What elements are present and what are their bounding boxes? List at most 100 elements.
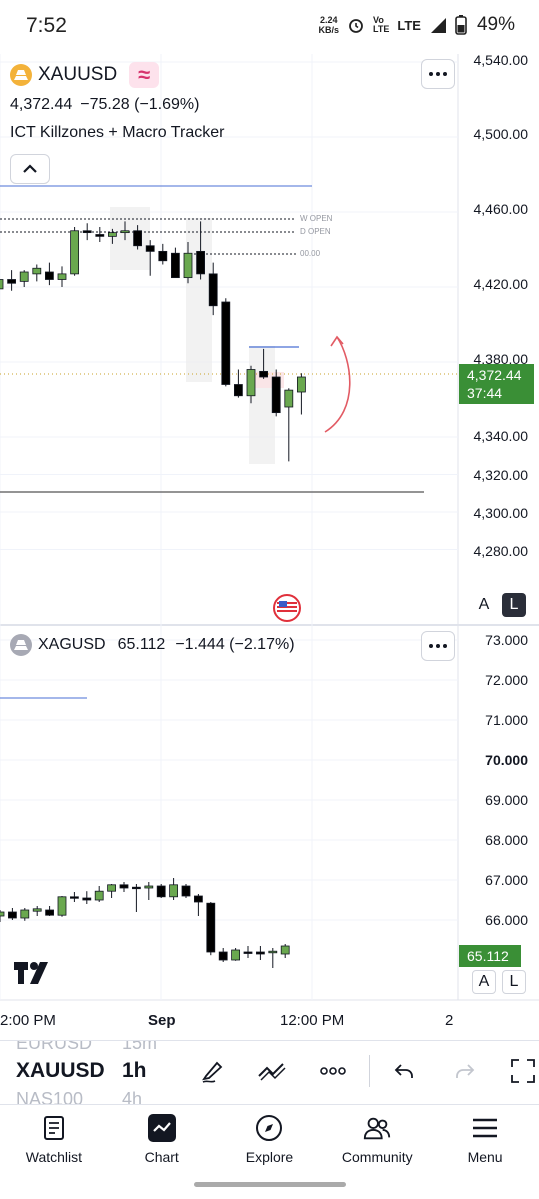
price-axis-label: 4,340.00 — [473, 428, 529, 444]
indicator-name[interactable]: ICT Killzones + Macro Tracker — [10, 124, 224, 141]
price-axis-label: 69.000 — [485, 792, 528, 808]
price-axis-label: 73.000 — [485, 632, 528, 648]
home-indicator[interactable] — [194, 1182, 346, 1187]
candle-body — [208, 273, 218, 307]
nav-menu[interactable]: Menu — [431, 1105, 539, 1184]
more-dots-icon — [429, 644, 447, 648]
candle-body — [82, 230, 92, 234]
price-axis-label: 68.000 — [485, 832, 528, 848]
chart-canvas[interactable] — [0, 0, 539, 1040]
chart-toolbar: EURUSD 15m XAUUSD 1h NAS100 4h — [0, 1040, 539, 1105]
xagusd-header: XAGUSD 65.112 −1.444 (−2.17%) — [10, 634, 295, 656]
candle-body — [145, 245, 155, 252]
candle-body — [243, 951, 253, 954]
candle-body — [95, 234, 105, 237]
more-tools-button[interactable] — [315, 1055, 351, 1087]
gold-bars-icon — [10, 64, 32, 86]
tradingview-logo-icon — [14, 960, 54, 991]
trendline-button[interactable] — [254, 1055, 290, 1087]
price-axis-label: 70.000 — [485, 752, 528, 768]
killzone-box — [110, 207, 150, 270]
xauusd-header: XAUUSD ≈ 4,372.44 −75.28 (−1.69%) ICT Ki… — [10, 62, 224, 142]
symbol-name[interactable]: XAGUSD — [38, 636, 106, 654]
current-symbol[interactable]: XAUUSD — [16, 1059, 105, 1083]
auto-scale-button[interactable]: A — [472, 970, 496, 994]
last-price: 65.112 — [117, 636, 166, 653]
candle-body — [296, 376, 306, 393]
trendline-icon — [258, 1063, 286, 1081]
nav-explore[interactable]: Explore — [216, 1105, 324, 1184]
candle-body — [0, 279, 4, 290]
chevron-up-icon — [23, 164, 37, 173]
xagusd-more-button[interactable] — [421, 631, 455, 661]
bar-countdown: 37:44 — [467, 385, 503, 401]
candle-body — [221, 301, 231, 385]
candle-body — [169, 884, 179, 898]
collapse-indicators-button[interactable] — [10, 154, 50, 184]
midnight-open-label: 00.00 — [300, 249, 321, 258]
nav-chart[interactable]: Chart — [108, 1105, 216, 1184]
us-flag-icon[interactable] — [273, 594, 301, 622]
candle-body — [57, 273, 67, 280]
killzone-box — [186, 218, 212, 382]
bottom-navigation: Watchlist Chart Explore Community Menu — [0, 1104, 539, 1184]
more-dots-icon — [320, 1067, 346, 1075]
candle-body — [108, 232, 117, 237]
candle-body — [156, 885, 166, 898]
silver-bars-icon — [10, 634, 32, 656]
w-open-label: W OPEN — [300, 214, 333, 223]
price-change: −75.28 (−1.69%) — [80, 96, 200, 113]
picker-option-symbol[interactable]: NAS100 — [16, 1089, 83, 1105]
candle-body — [268, 950, 278, 954]
price-change: −1.444 (−2.17%) — [175, 636, 295, 653]
draw-button[interactable] — [195, 1055, 231, 1087]
candle-body — [120, 230, 130, 234]
more-dots-icon — [429, 72, 447, 76]
community-icon — [362, 1113, 392, 1143]
price-axis-label: 4,300.00 — [473, 505, 529, 521]
nav-label: Community — [341, 1149, 413, 1165]
candle-body — [206, 902, 216, 953]
xauusd-more-button[interactable] — [421, 59, 455, 89]
nav-community[interactable]: Community — [323, 1105, 431, 1184]
symbol-name[interactable]: XAUUSD — [38, 64, 117, 86]
candle-body — [82, 897, 92, 901]
candle-body — [284, 389, 294, 408]
symbol-timeframe-picker[interactable]: EURUSD 15m XAUUSD 1h NAS100 4h — [0, 1041, 190, 1105]
undo-icon — [394, 1064, 413, 1078]
candle-body — [193, 895, 203, 903]
toolbar-divider — [369, 1055, 370, 1087]
candle-body — [233, 384, 243, 397]
candle-body — [7, 911, 17, 919]
candle-body — [57, 896, 67, 916]
menu-icon — [470, 1113, 500, 1143]
current-timeframe[interactable]: 1h — [122, 1059, 147, 1083]
candle-body — [20, 909, 30, 919]
fullscreen-button[interactable] — [505, 1055, 539, 1087]
candle-body — [158, 250, 168, 262]
undo-button[interactable] — [386, 1055, 422, 1087]
killzone-box — [249, 346, 275, 464]
picker-option-timeframe[interactable]: 4h — [122, 1089, 142, 1105]
projection-arrow — [324, 336, 351, 433]
nav-label: Explore — [245, 1149, 294, 1165]
auto-scale-button[interactable]: A — [472, 593, 496, 617]
candle-body — [7, 279, 16, 284]
candle-body — [144, 885, 154, 889]
redo-button[interactable] — [447, 1055, 483, 1087]
time-axis-label: 12:00 PM — [280, 1012, 345, 1029]
nav-watchlist[interactable]: Watchlist — [0, 1105, 108, 1184]
xagusd-candles — [0, 878, 290, 968]
log-scale-button[interactable]: L — [502, 970, 526, 994]
pen-icon — [202, 1061, 223, 1083]
time-axis-label: 2 — [445, 1012, 454, 1029]
picker-option-symbol[interactable]: EURUSD — [16, 1041, 92, 1054]
approx-badge-icon[interactable]: ≈ — [129, 62, 160, 88]
log-scale-button[interactable]: L — [502, 593, 526, 617]
price-axis-label: 4,460.00 — [473, 201, 529, 217]
level-lines — [0, 185, 458, 699]
picker-option-timeframe[interactable]: 15m — [122, 1041, 157, 1054]
price-axis-label: 72.000 — [485, 672, 528, 688]
candle-body — [255, 951, 265, 955]
price-axis-label: 67.000 — [485, 872, 528, 888]
